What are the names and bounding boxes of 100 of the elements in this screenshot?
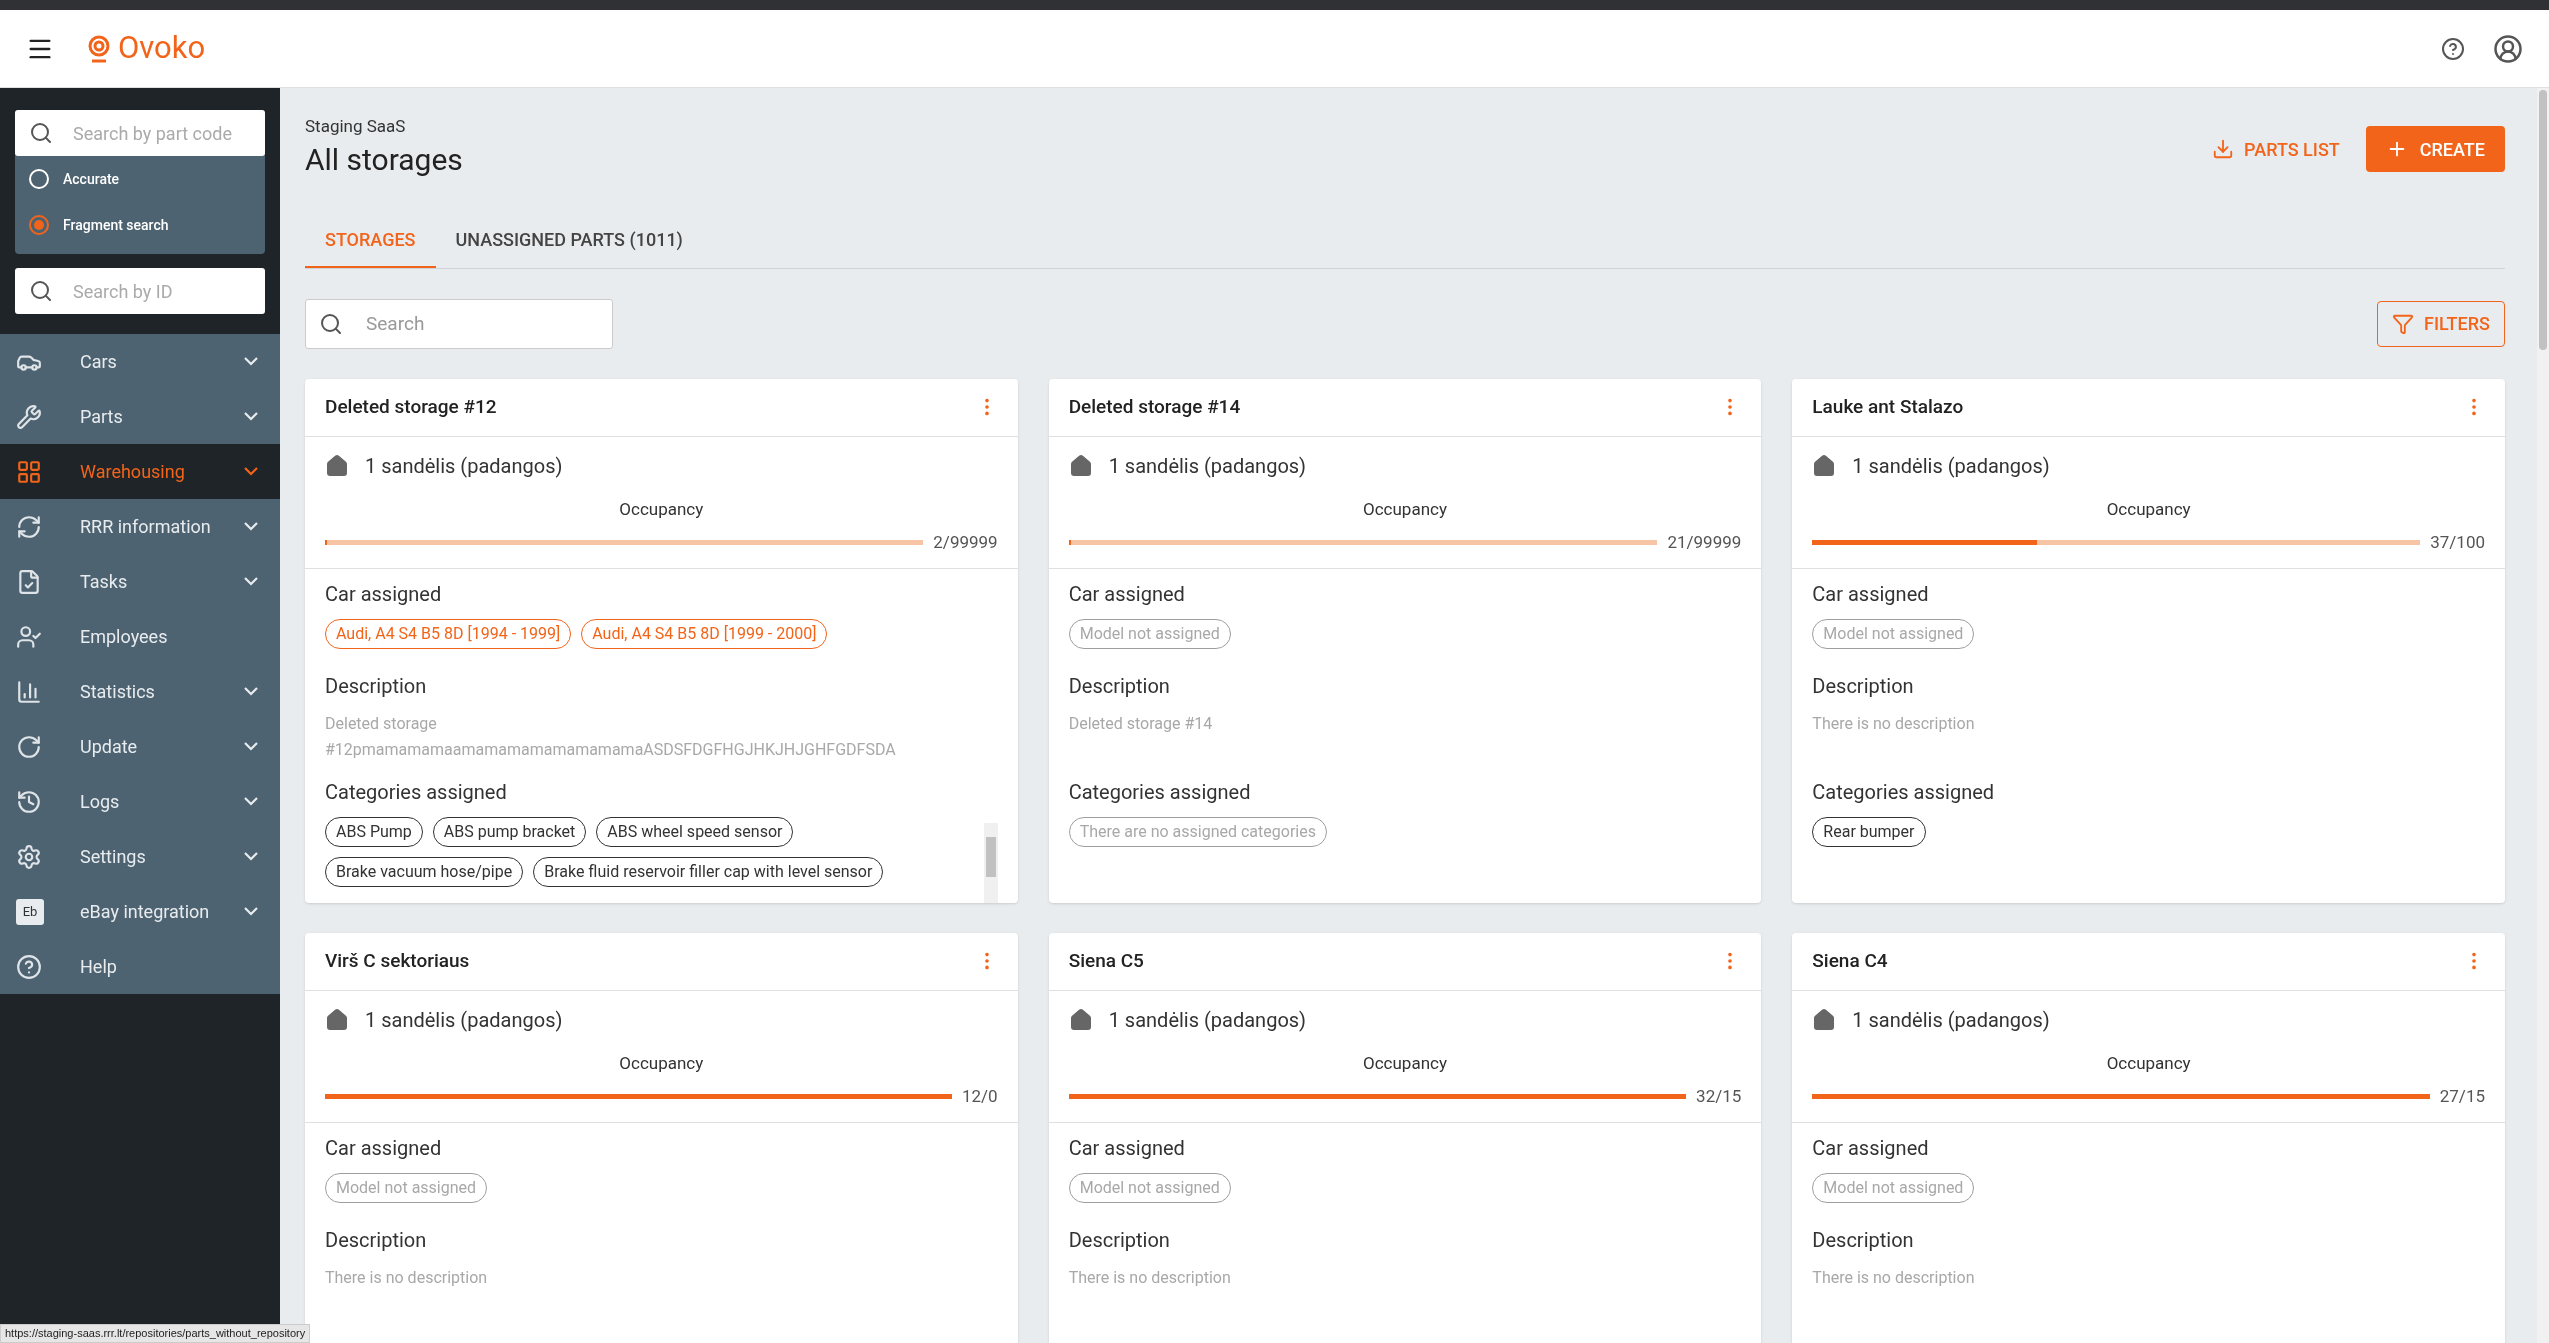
description-text: There is no description bbox=[325, 1266, 489, 1289]
tab[interactable]: STORAGES bbox=[305, 213, 436, 268]
section-label: Car assigned bbox=[1068, 1134, 1186, 1162]
parts-list-button[interactable]: PARTS LIST bbox=[2206, 126, 2346, 172]
scrollbar[interactable] bbox=[2539, 90, 2547, 350]
occupancy-label: Occupancy bbox=[2106, 497, 2191, 521]
tab[interactable]: UNASSIGNED PARTS (1011) bbox=[435, 213, 703, 268]
warehouse-name: 1 sandėlis (padangos) bbox=[1852, 452, 2050, 480]
section-label: Car assigned bbox=[1812, 1134, 1930, 1162]
user-check-icon bbox=[16, 623, 42, 650]
sidebar-item[interactable]: Help bbox=[0, 939, 280, 994]
grid-icon bbox=[16, 458, 42, 485]
sidebar-item[interactable]: Eb eBay integration bbox=[0, 884, 280, 939]
section-label: Description bbox=[1068, 1226, 1171, 1254]
create-button[interactable]: CREATE bbox=[2365, 126, 2505, 172]
help-icon bbox=[16, 953, 42, 980]
occupancy-reading: 37/100 bbox=[2430, 531, 2485, 554]
sidebar-label: Tasks bbox=[80, 570, 128, 594]
search-field[interactable]: Search by part code bbox=[15, 110, 265, 156]
description-text: There is no description bbox=[1068, 1266, 1232, 1289]
house-icon bbox=[1068, 453, 1093, 478]
warehouse-name: 1 sandėlis (padangos) bbox=[1108, 1006, 1307, 1034]
sidebar-label: Statistics bbox=[80, 680, 155, 704]
house-icon bbox=[1812, 1007, 1837, 1032]
section-label: Description bbox=[325, 1226, 428, 1254]
sidebar-label: Logs bbox=[80, 790, 120, 814]
card-title: Deleted storage #14 bbox=[1068, 393, 1241, 420]
section-label: Categories assigned bbox=[1812, 778, 1996, 806]
section-label: Description bbox=[325, 672, 428, 700]
warehouse-name: 1 sandėlis (padangos) bbox=[1108, 452, 1307, 480]
occupancy-label: Occupancy bbox=[2106, 1051, 2191, 1075]
ebay-badge: Eb bbox=[16, 898, 44, 925]
description-text: Deleted storage #14 bbox=[1068, 712, 1214, 735]
occupancy-label: Occupancy bbox=[1363, 497, 1447, 521]
description-text: There is no description bbox=[1812, 1266, 1976, 1289]
warehouse-name: 1 sandėlis (padangos) bbox=[365, 1006, 563, 1034]
history-icon bbox=[16, 788, 42, 815]
occupancy-reading: 32/15 bbox=[1696, 1085, 1742, 1108]
section-label: Categories assigned bbox=[325, 778, 508, 806]
occupancy-reading: 2/99999 bbox=[933, 531, 998, 554]
page-title: All storages bbox=[305, 140, 463, 179]
occupancy-reading: 21/99999 bbox=[1667, 531, 1742, 554]
search-icon bbox=[319, 311, 343, 336]
occupancy-reading: 12/0 bbox=[961, 1085, 998, 1108]
search-icon bbox=[29, 279, 53, 303]
sidebar-label: Settings bbox=[80, 845, 146, 869]
sidebar-label: Employees bbox=[80, 625, 168, 649]
scrollbar[interactable] bbox=[983, 822, 998, 903]
occupancy-reading: 27/15 bbox=[2439, 1085, 2485, 1108]
sidebar-item[interactable]: Parts bbox=[0, 389, 280, 444]
download-icon bbox=[2212, 138, 2235, 160]
sidebar-item[interactable]: Statistics bbox=[0, 664, 280, 719]
bar-chart-icon bbox=[16, 678, 42, 705]
description-text: There is no description bbox=[1812, 712, 1976, 735]
filter-icon bbox=[2392, 312, 2415, 335]
house-icon bbox=[325, 1007, 349, 1032]
card-title: Lauke ant Stalazo bbox=[1812, 393, 1964, 420]
house-icon bbox=[325, 453, 349, 478]
section-label: Car assigned bbox=[1068, 580, 1186, 608]
radio-label: Accurate bbox=[63, 169, 120, 189]
logo-icon bbox=[86, 34, 112, 63]
account-icon[interactable] bbox=[2493, 33, 2523, 64]
section-label: Car assigned bbox=[1812, 580, 1930, 608]
logo-text: Ovoko bbox=[118, 28, 206, 69]
radio-label: Fragment search bbox=[63, 215, 169, 235]
occupancy-label: Occupancy bbox=[1363, 1051, 1447, 1075]
search-field[interactable]: Search by ID bbox=[15, 268, 265, 314]
warehouse-name: 1 sandėlis (padangos) bbox=[365, 452, 563, 480]
warehouse-name: 1 sandėlis (padangos) bbox=[1852, 1006, 2050, 1034]
sidebar-label: RRR information bbox=[80, 515, 211, 539]
sidebar-label: Update bbox=[80, 735, 138, 759]
sidebar-item[interactable]: Employees bbox=[0, 609, 280, 664]
card-title: Siena C4 bbox=[1812, 947, 1888, 974]
sidebar-item[interactable]: Settings bbox=[0, 829, 280, 884]
sidebar-item[interactable]: RRR information bbox=[0, 499, 280, 554]
search-field[interactable]: Search bbox=[305, 298, 613, 349]
occupancy-label: Occupancy bbox=[619, 497, 704, 521]
sidebar-item[interactable]: Logs bbox=[0, 774, 280, 829]
section-label: Car assigned bbox=[325, 1134, 443, 1162]
sidebar-item[interactable]: Cars bbox=[0, 334, 280, 389]
filters-button[interactable]: FILTERS bbox=[2377, 300, 2505, 347]
occupancy-label: Occupancy bbox=[619, 1051, 704, 1075]
house-icon bbox=[1812, 453, 1837, 478]
section-label: Car assigned bbox=[325, 580, 443, 608]
sidebar-item[interactable]: Update bbox=[0, 719, 280, 774]
sidebar-item[interactable]: Tasks bbox=[0, 554, 280, 609]
help-icon[interactable] bbox=[2441, 36, 2465, 61]
description-text: Deleted storage #12pmamamamaamamamamamamamamaASDSFDGFHGJHKJHJGHFGDFSDA bbox=[325, 712, 897, 761]
sidebar-label: Cars bbox=[80, 350, 117, 374]
house-icon bbox=[1068, 1007, 1093, 1032]
settings-icon bbox=[16, 843, 42, 870]
card-title: Siena C5 bbox=[1068, 947, 1144, 974]
sidebar-label: eBay integration bbox=[80, 900, 210, 924]
section-label: Description bbox=[1812, 1226, 1915, 1254]
status-url: https://staging-saas.rrr.lt/repositories/parts_without_repository bbox=[0, 1324, 311, 1343]
radio-button[interactable] bbox=[29, 215, 49, 235]
search-icon bbox=[29, 121, 53, 145]
clock-refresh-icon bbox=[16, 733, 42, 760]
breadcrumb: Staging SaaS bbox=[305, 115, 407, 138]
section-label: Description bbox=[1812, 672, 1915, 700]
